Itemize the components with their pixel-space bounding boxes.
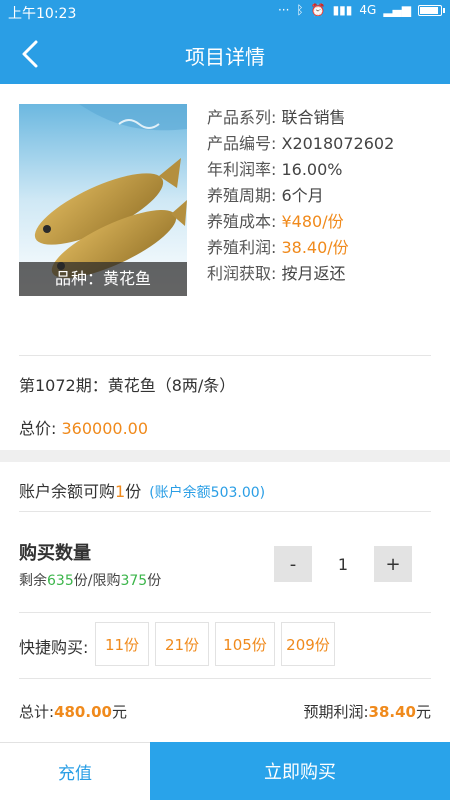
info-row-profit-method: 利润获取: 按月返还 <box>207 264 346 283</box>
remaining-count: 635 <box>47 573 74 589</box>
info-value: 联合销售 <box>281 108 346 127</box>
quick-buy-label: 快捷购买: <box>19 638 89 657</box>
increment-button[interactable]: + <box>374 546 412 582</box>
product-info: 产品系列: 联合销售 产品编号: X2018072602 年利润率: 16.00… <box>207 104 437 286</box>
info-row-annual-rate: 年利润率: 16.00% <box>207 160 343 179</box>
info-value: ¥480/份 <box>281 212 344 231</box>
info-row-series: 产品系列: 联合销售 <box>207 108 346 127</box>
info-value: 6个月 <box>281 186 324 205</box>
info-value: 38.40/份 <box>281 238 349 257</box>
status-bar: 上午10:23 ··· ᛒ ⏰ ▮▮▮ 4G ▂▄▆ <box>0 0 450 24</box>
quantity-stepper: - 1 + <box>274 546 412 582</box>
product-image: 品种：黄花鱼 <box>19 104 187 296</box>
limit-count: 375 <box>120 573 148 589</box>
recharge-button[interactable]: 充值 <box>0 742 150 800</box>
divider <box>19 355 431 356</box>
divider <box>19 612 431 613</box>
quick-buy-options: 11份 21份 105份 209份 <box>95 622 335 666</box>
info-value: 按月返还 <box>281 264 346 283</box>
signal-icon: ▂▄▆ <box>383 3 411 17</box>
page-title: 项目详情 <box>185 45 265 69</box>
balance-note: (账户余额503.00) <box>149 485 266 501</box>
info-row-code: 产品编号: X2018072602 <box>207 134 395 153</box>
bluetooth-icon: ᛒ <box>296 3 304 17</box>
quick-buy-option[interactable]: 209份 <box>281 622 335 666</box>
quantity-remaining: 剩余635份/限购375份 <box>19 573 162 589</box>
info-value: 16.00% <box>281 160 343 179</box>
decrement-button[interactable]: - <box>274 546 312 582</box>
quantity-value[interactable]: 1 <box>312 555 374 574</box>
total-price-value: 360000.00 <box>61 419 149 438</box>
order-total-value: 480.00 <box>54 703 112 721</box>
info-row-cycle: 养殖周期: 6个月 <box>207 186 324 205</box>
info-row-profit: 养殖利润: 38.40/份 <box>207 238 349 257</box>
dots-icon: ··· <box>277 3 290 17</box>
quick-buy-option[interactable]: 21份 <box>155 622 209 666</box>
info-value: X2018072602 <box>281 134 395 153</box>
period-title: 第1072期：黄花鱼（8两/条） <box>19 376 236 395</box>
balance-info: 账户余额可购1份 (账户余额503.00) <box>19 482 266 501</box>
expected-profit-value: 38.40 <box>368 703 416 721</box>
quantity-title: 购买数量 <box>19 543 91 564</box>
quick-buy-option[interactable]: 105份 <box>215 622 275 666</box>
info-row-cost: 养殖成本: ¥480/份 <box>207 212 344 231</box>
footer-actions: 充值 立即购买 <box>0 742 450 800</box>
variety-label: 品种：黄花鱼 <box>19 262 187 296</box>
balance-count: 1 <box>115 482 126 501</box>
total-price: 总价: 360000.00 <box>19 419 149 438</box>
buy-now-button[interactable]: 立即购买 <box>150 742 450 800</box>
network-type: 4G <box>359 3 377 17</box>
expected-profit: 预期利润:38.40元 <box>303 703 431 721</box>
app-header: 项目详情 <box>0 24 450 84</box>
status-icons: ··· ᛒ ⏰ ▮▮▮ 4G ▂▄▆ <box>277 3 445 17</box>
status-time: 上午10:23 <box>8 6 77 22</box>
section-gap <box>0 450 450 462</box>
divider <box>19 511 431 512</box>
order-total: 总计:480.00元 <box>19 703 127 721</box>
quick-buy-option[interactable]: 11份 <box>95 622 149 666</box>
battery-icon <box>418 4 445 16</box>
hd-signal-icon: ▮▮▮ <box>332 3 353 17</box>
divider <box>19 678 431 679</box>
alarm-icon: ⏰ <box>310 3 326 17</box>
